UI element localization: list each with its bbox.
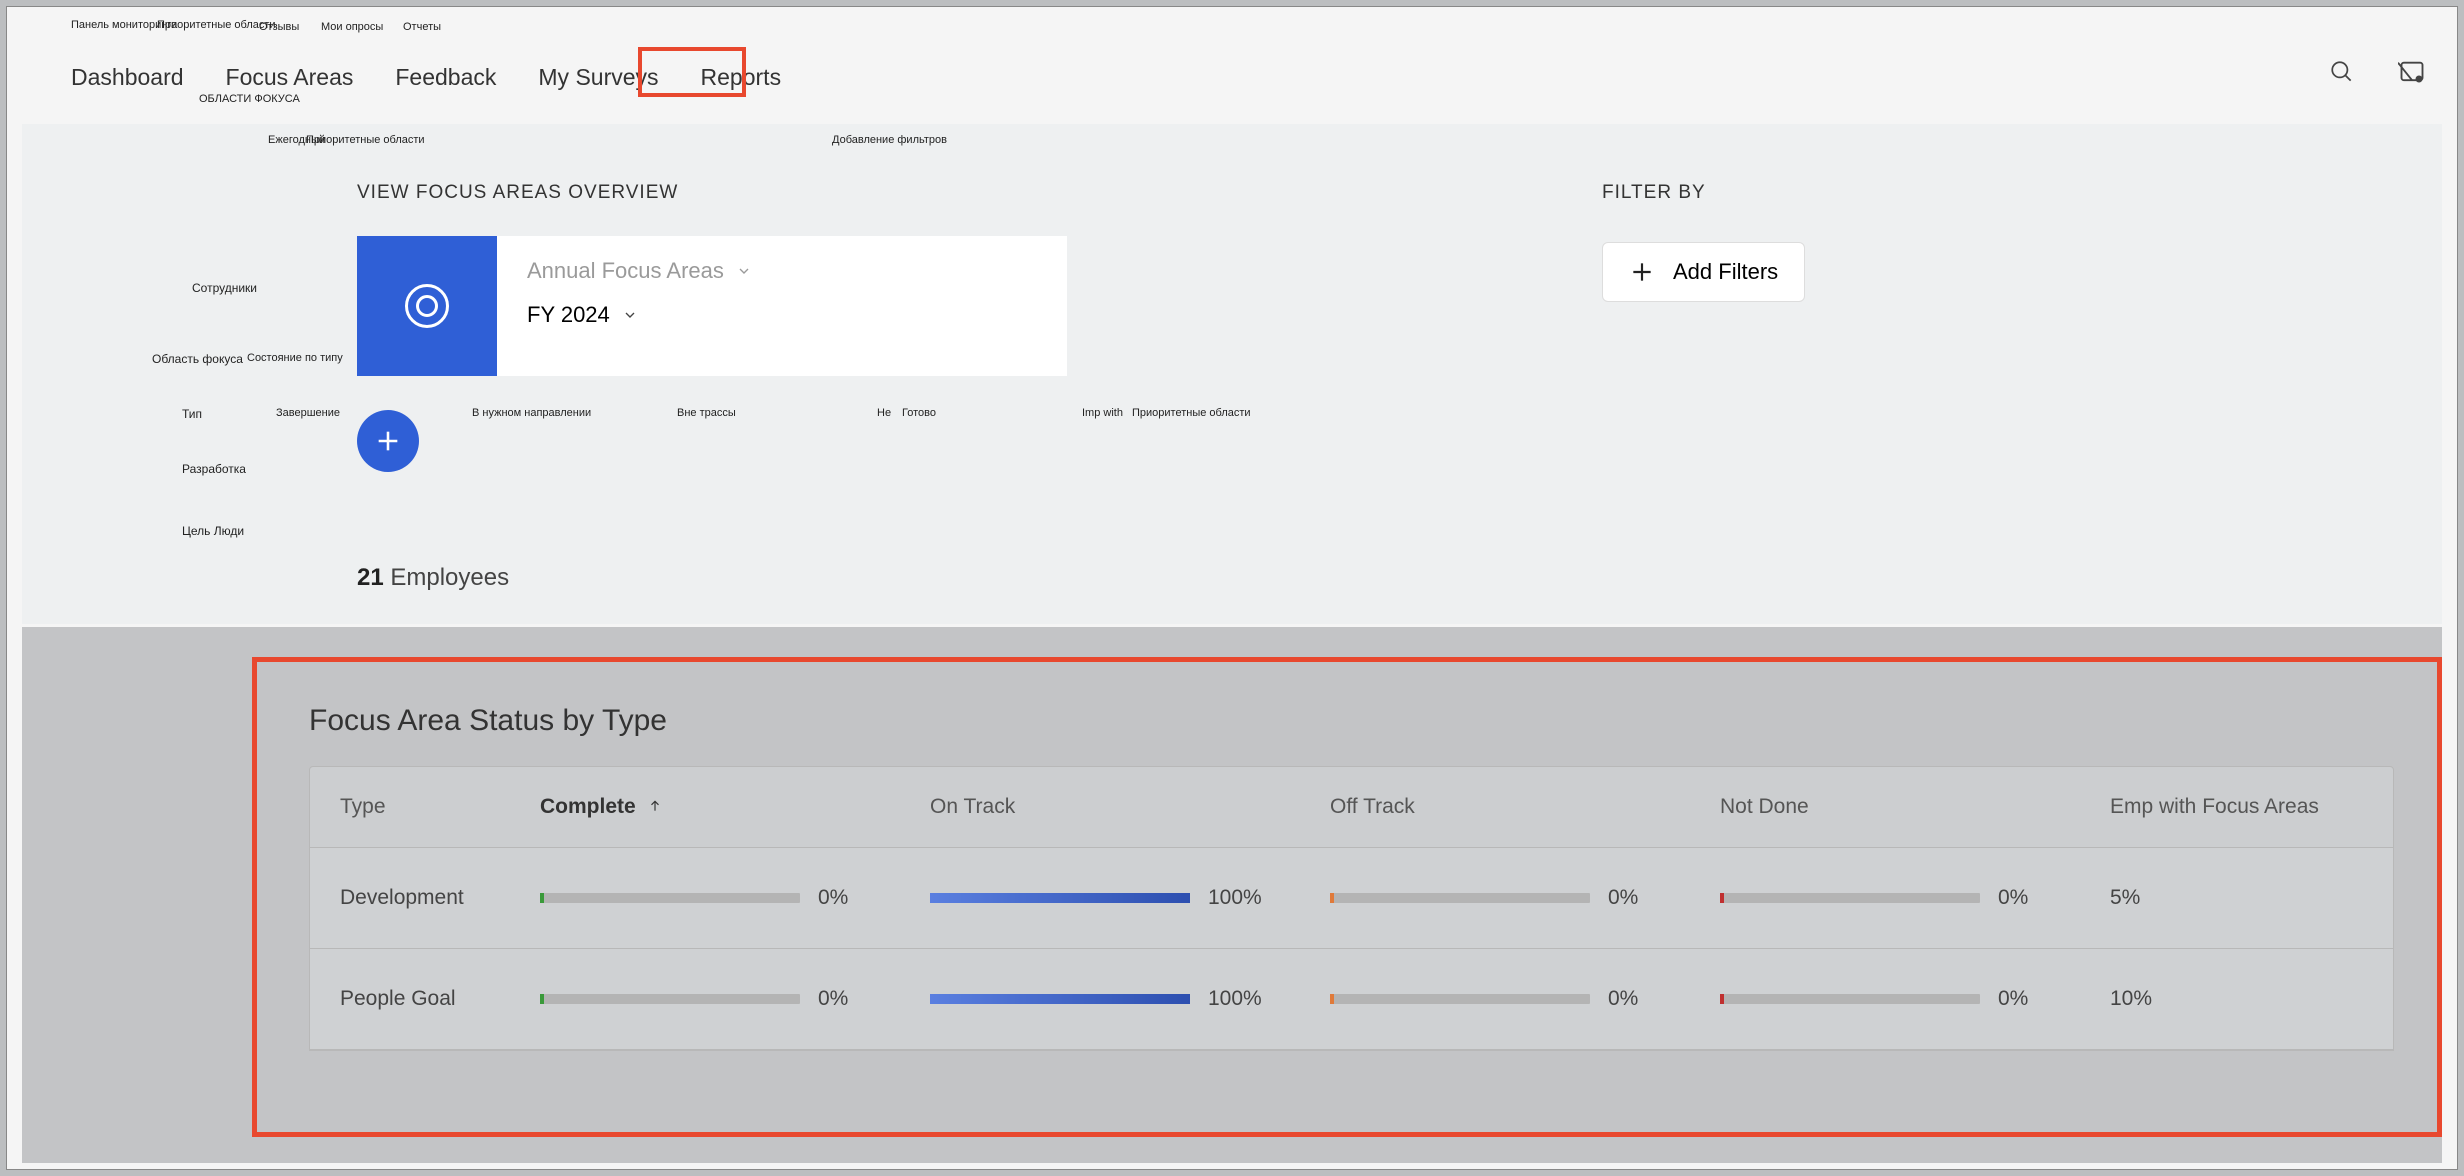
cell-emp: 5% [2110,886,2410,910]
cell-offtrack: 0% [1330,987,1720,1011]
cell-ontrack-value: 100% [1208,987,1262,1011]
cell-ontrack: 100% [930,886,1330,910]
highlight-reports [638,47,746,97]
ru-add-filters: Добавление фильтров [832,134,947,146]
cell-ontrack-value: 100% [1208,886,1262,910]
focus-dropdown-card: Annual Focus Areas FY 2024 [497,236,1067,376]
add-focus-button[interactable] [357,410,419,472]
target-icon [405,284,449,328]
add-filters-label: Add Filters [1673,259,1778,285]
ru-col-complete: Завершение [276,407,340,419]
col-offtrack[interactable]: Off Track [1330,795,1720,819]
nav-dashboard[interactable]: Dashboard [67,56,188,99]
ru-col-done: Готово [902,407,936,419]
ru-sub-focus: ОБЛАСТИ ФОКУСА [199,93,300,105]
ru-status-by-type: Состояние по типу [247,352,343,364]
nav-feedback[interactable]: Feedback [391,56,500,99]
table-row[interactable]: People Goal 0% 100% 0% [310,949,2393,1050]
col-type[interactable]: Type [340,795,540,819]
dropdown-fy2024[interactable]: FY 2024 [527,302,1037,328]
add-filters-button[interactable]: Add Filters [1602,242,1805,302]
cell-offtrack-value: 0% [1608,886,1658,910]
status-table: Type Complete On Track Off Track Not Don… [309,766,2394,1051]
col-ontrack[interactable]: On Track [930,795,1330,819]
search-icon[interactable] [2327,57,2357,87]
ru-col-priority2: Приоритетные области [1132,407,1251,419]
cell-complete: 0% [540,987,930,1011]
ru-side-type: Тип [182,407,202,421]
cell-complete-value: 0% [818,886,868,910]
ru-side-dev: Разработка [182,462,246,476]
table-header: Type Complete On Track Off Track Not Don… [310,767,2393,848]
col-emp-focus[interactable]: Emp with Focus Areas [2110,795,2410,819]
cell-offtrack: 0% [1330,886,1720,910]
dropdown-annual-focus[interactable]: Annual Focus Areas [527,258,1037,284]
filter-title: FILTER BY [1602,182,1706,204]
highlight-status-table: Focus Area Status by Type Type Complete … [252,657,2442,1137]
overview-panel: Сотрудники Область фокуса Тип Разработка… [22,124,2442,624]
chevron-down-icon [622,307,638,323]
col-complete-label: Complete [540,795,636,818]
ru-label-focus: Приоритетные области [157,19,276,31]
col-complete[interactable]: Complete [540,795,930,819]
ru-col-imp: Imp with [1082,407,1123,419]
table-title: Focus Area Status by Type [309,704,667,738]
overview-title: VIEW FOCUS AREAS OVERVIEW [357,182,678,204]
cell-ontrack: 100% [930,987,1330,1011]
cell-notdone: 0% [1720,886,2110,910]
settings-panel-icon[interactable] [2397,57,2427,87]
employee-count-label: Employees [390,564,509,591]
ru-col-offtrack: Вне трассы [677,407,736,419]
cell-offtrack-value: 0% [1608,987,1658,1011]
ru-priority: Приоритетные области [306,134,425,146]
col-notdone[interactable]: Not Done [1720,795,2110,819]
employee-count: 21 Employees [357,564,509,592]
status-table-section: Focus Area Status by Type Type Complete … [22,627,2442,1163]
ru-label-surveys: Мои опросы [321,21,383,33]
cell-type: Development [340,886,540,910]
cell-emp: 10% [2110,987,2410,1011]
cell-type: People Goal [340,987,540,1011]
dropdown-fy-label: FY 2024 [527,302,610,328]
ru-side-employees: Сотрудники [192,281,257,295]
plus-icon [1629,259,1655,285]
cell-notdone-value: 0% [1998,987,2048,1011]
ru-col-ontrack: В нужном направлении [472,407,591,419]
ru-side-people: Цель Люди [182,524,244,538]
employee-count-number: 21 [357,564,384,591]
chevron-down-icon [736,263,752,279]
cell-complete: 0% [540,886,930,910]
dropdown-annual-label: Annual Focus Areas [527,258,724,284]
focus-icon-tile [357,236,497,376]
ru-label-reports: Отчеты [403,21,441,33]
table-row[interactable]: Development 0% 100% 0% [310,848,2393,949]
ru-side-focus-area: Область фокуса [152,352,243,366]
top-nav: Dashboard Focus Areas Feedback My Survey… [7,35,2457,119]
cell-notdone-value: 0% [1998,886,2048,910]
ru-col-not: Не [877,407,891,419]
cell-notdone: 0% [1720,987,2110,1011]
cell-complete-value: 0% [818,987,868,1011]
sort-asc-icon [648,799,662,813]
ru-label-feedback: Отзывы [259,21,299,33]
